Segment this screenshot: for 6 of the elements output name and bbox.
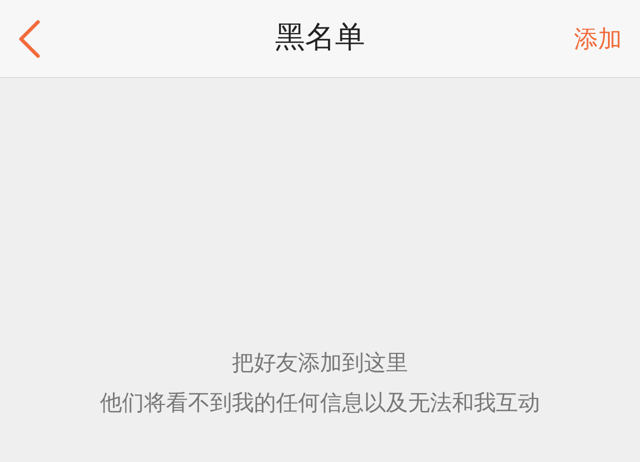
back-icon [16,18,42,58]
add-button[interactable]: 添加 [570,18,626,58]
empty-message: 把好友添加到这里 [232,350,408,378]
page-title: 黑名单 [275,19,365,57]
back-button[interactable] [16,18,42,58]
empty-message: 他们将看不到我的任何信息以及无法和我互动 [100,390,540,418]
